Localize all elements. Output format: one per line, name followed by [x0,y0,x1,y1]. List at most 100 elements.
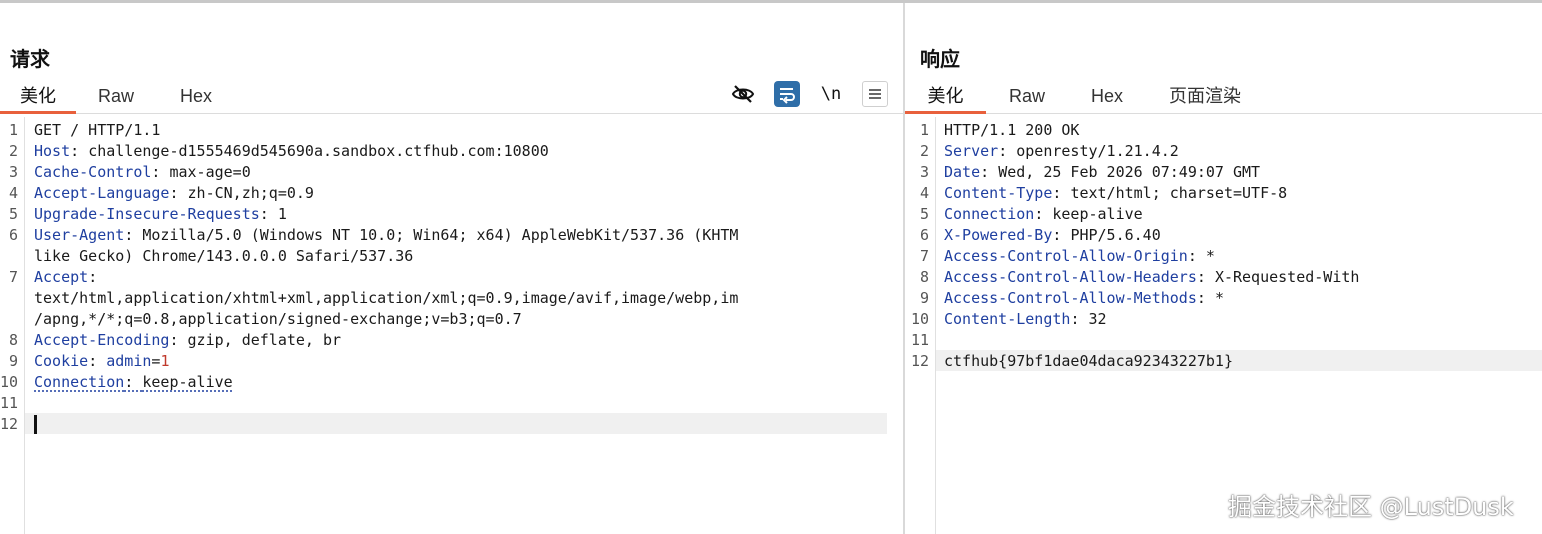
header-value: Mozilla/5.0 (Windows NT 10.0; Win64; x64… [142,226,739,244]
header-value: X-Requested-With [1214,268,1360,286]
line-number: 6 [8,226,18,244]
line-number: 7 [8,268,18,286]
header-separator: : [1070,310,1089,328]
response-line: 3 Date: Wed, 25 Feb 2026 07:49:07 GMT [905,162,1542,183]
line-content: Date: Wed, 25 Feb 2026 07:49:07 GMT [944,162,1260,183]
response-editor[interactable]: 1 HTTP/1.1 200 OK 2 Server: openresty/1.21.… [905,117,1542,534]
header-value: * [1205,247,1215,265]
watermark: 掘金技术社区 @LustDusk [1228,493,1514,521]
wrap-icon[interactable] [774,81,800,107]
header-name: Access-Control-Allow-Origin [944,247,1188,265]
line-content: Content-Length: 32 [944,309,1107,330]
header-value: challenge-d1555469d545690a.sandbox.ctfhu… [88,142,549,160]
header-name: Host [34,142,71,160]
header-name: Connection [34,373,125,391]
line-content: User-Agent: Mozilla/5.0 (Windows NT 10.0… [34,225,738,246]
header-separator: : [169,184,188,202]
header-value: PHP/5.6.40 [1070,226,1161,244]
request-editor[interactable]: 1 GET / HTTP/1.1 2 Host: challenge-d1555469… [0,117,890,534]
header-value: * [1214,289,1224,307]
request-line: 12 [0,414,890,435]
response-line: 7 Access-Control-Allow-Origin: * [905,246,1542,267]
header-name: X-Powered-By [944,226,1053,244]
line-content: Accept-Encoding: gzip, deflate, br [34,330,341,351]
header-value: keep-alive [1052,205,1143,223]
request-line: like Gecko) Chrome/143.0.0.0 Safari/537.… [0,246,890,267]
line-content: Upgrade-Insecure-Requests: 1 [34,204,287,225]
response-line: 2 Server: openresty/1.21.4.2 [905,141,1542,162]
line-content: Access-Control-Allow-Headers: X-Requeste… [944,267,1359,288]
header-separator: : [124,373,143,391]
line-number: 3 [8,163,18,181]
line-number: 11 [0,394,19,412]
response-pane: 响应 美化 Raw Hex 页面渲染 1 HTTP/1.1 200 OK 2 Serv… [905,3,1542,534]
line-content: /apng,*/*;q=0.8,application/signed-excha… [34,310,522,328]
header-name: Cookie [34,352,89,370]
line-content: Host: challenge-d1555469d545690a.sandbox… [34,141,549,162]
header-value: Wed, 25 Feb 2026 07:49:07 GMT [998,163,1261,181]
header-separator: : [980,163,999,181]
request-line: 4 Accept-Language: zh-CN,zh;q=0.9 [0,183,890,204]
header-name: Cache-Control [34,163,152,181]
request-tab-hex[interactable]: Hex [164,83,228,113]
line-number: 8 [8,331,18,349]
cookie-value: 1 [160,352,170,370]
response-line: 4 Content-Type: text/html; charset=UTF-8 [905,183,1542,204]
header-separator: : [1052,184,1071,202]
header-separator: : [1052,226,1071,244]
request-line: /apng,*/*;q=0.8,application/signed-excha… [0,309,890,330]
header-name: Access-Control-Allow-Methods [944,289,1197,307]
header-value: 32 [1088,310,1107,328]
line-number: 6 [919,226,929,244]
response-title: 响应 [920,49,960,71]
line-content: Access-Control-Allow-Methods: * [944,288,1224,309]
response-tab-pretty[interactable]: 美化 [905,83,986,114]
newline-icon[interactable]: \n [818,81,844,107]
line-number: 5 [8,205,18,223]
header-separator: : [88,352,107,370]
eye-off-icon[interactable] [730,81,756,107]
header-name: Accept-Language [34,184,170,202]
header-value: keep-alive [142,373,233,391]
line-content: Connection: keep-alive [34,372,233,393]
line-content: Access-Control-Allow-Origin: * [944,246,1215,267]
line-number: 7 [919,247,929,265]
cookie-name: admin [106,352,152,370]
line-number: 5 [919,205,929,223]
request-line: 11 [0,393,890,414]
request-line: 9 Cookie: admin=1 [0,351,890,372]
menu-icon[interactable] [862,81,888,107]
request-tab-pretty[interactable]: 美化 [0,83,76,114]
response-tabs: 美化 Raw Hex 页面渲染 [905,81,1542,114]
header-separator: : [1187,247,1206,265]
response-tab-raw[interactable]: Raw [995,83,1059,113]
header-name: Connection [944,205,1035,223]
header-separator: : [259,205,278,223]
line-number: 1 [919,121,929,139]
header-value: openresty/1.21.4.2 [1016,142,1179,160]
header-name: Accept-Encoding [34,331,170,349]
response-line: 11 [905,330,1542,351]
request-tab-raw[interactable]: Raw [84,83,148,113]
request-line: 1 GET / HTTP/1.1 [0,120,890,141]
line-content: ctfhub{97bf1dae04daca92343227b1} [944,352,1233,370]
request-line: 10 Connection: keep-alive [0,372,890,393]
response-line: 10 Content-Length: 32 [905,309,1542,330]
response-line: 1 HTTP/1.1 200 OK [905,120,1542,141]
line-number: 10 [0,373,19,391]
header-separator: : [88,268,98,286]
header-name: Content-Type [944,184,1053,202]
line-number: 10 [911,310,930,328]
request-tabs: 美化 Raw Hex [0,81,903,114]
line-content: HTTP/1.1 200 OK [944,121,1080,139]
request-pane: 请求 美化 Raw Hex \n 1 GET / HTTP/1.1 2 Host… [0,3,903,534]
line-number: 4 [919,184,929,202]
response-tab-hex[interactable]: Hex [1075,83,1139,113]
header-name: Accept [34,268,89,286]
header-separator: : [169,331,188,349]
line-number: 3 [919,163,929,181]
response-tab-render[interactable]: 页面渲染 [1159,83,1251,113]
line-content: text/html,application/xhtml+xml,applicat… [34,289,739,307]
response-line: 5 Connection: keep-alive [905,204,1542,225]
request-line: 8 Accept-Encoding: gzip, deflate, br [0,330,890,351]
